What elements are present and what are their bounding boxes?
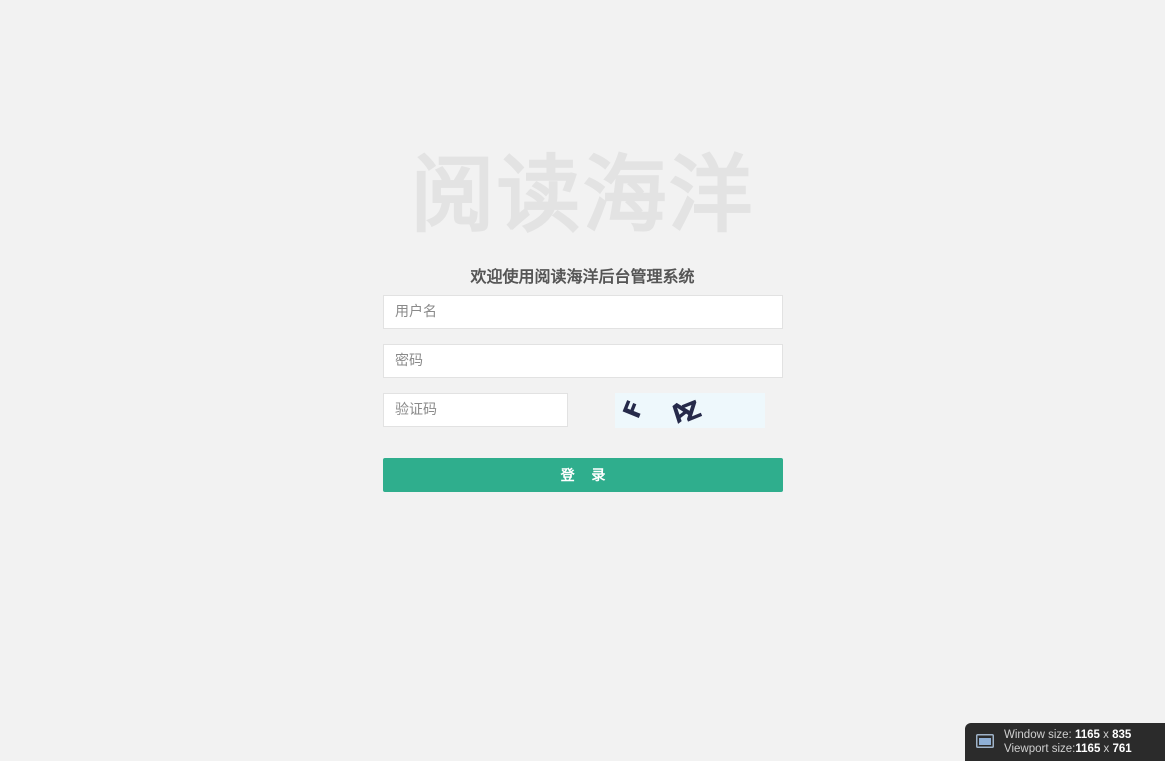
login-page: 阅读海洋 欢迎使用阅读海洋后台管理系统 F A Z 登 录 Window siz…: [0, 0, 1165, 761]
password-input[interactable]: [383, 344, 783, 378]
window-height: 835: [1112, 729, 1132, 741]
window-width: 1165: [1074, 729, 1100, 741]
captcha-image[interactable]: F A Z: [615, 393, 765, 429]
username-input[interactable]: [383, 295, 783, 329]
captcha-input[interactable]: [383, 393, 568, 427]
captcha-glyphs: F A Z: [618, 395, 706, 429]
viewport-size-row: Viewport size:1165 x 761: [1004, 742, 1132, 756]
window-size-separator: x: [1103, 729, 1109, 741]
welcome-heading: 欢迎使用阅读海洋后台管理系统: [470, 267, 695, 286]
viewport-height: 761: [1112, 743, 1132, 755]
window-size-row: Window size: 1165 x 835: [1004, 728, 1132, 742]
login-button[interactable]: 登 录: [383, 458, 783, 492]
brand-title: 阅读海洋: [410, 146, 755, 244]
viewport-width: 1165: [1075, 743, 1101, 755]
window-size-overlay: Window size: 1165 x 835 Viewport size:11…: [965, 723, 1165, 761]
viewport-size-label: Viewport size:: [1004, 743, 1076, 755]
captcha-char: F: [618, 397, 650, 423]
window-size-label: Window size:: [1004, 729, 1072, 741]
monitor-icon: [976, 734, 994, 748]
viewport-size-separator: x: [1103, 743, 1110, 755]
